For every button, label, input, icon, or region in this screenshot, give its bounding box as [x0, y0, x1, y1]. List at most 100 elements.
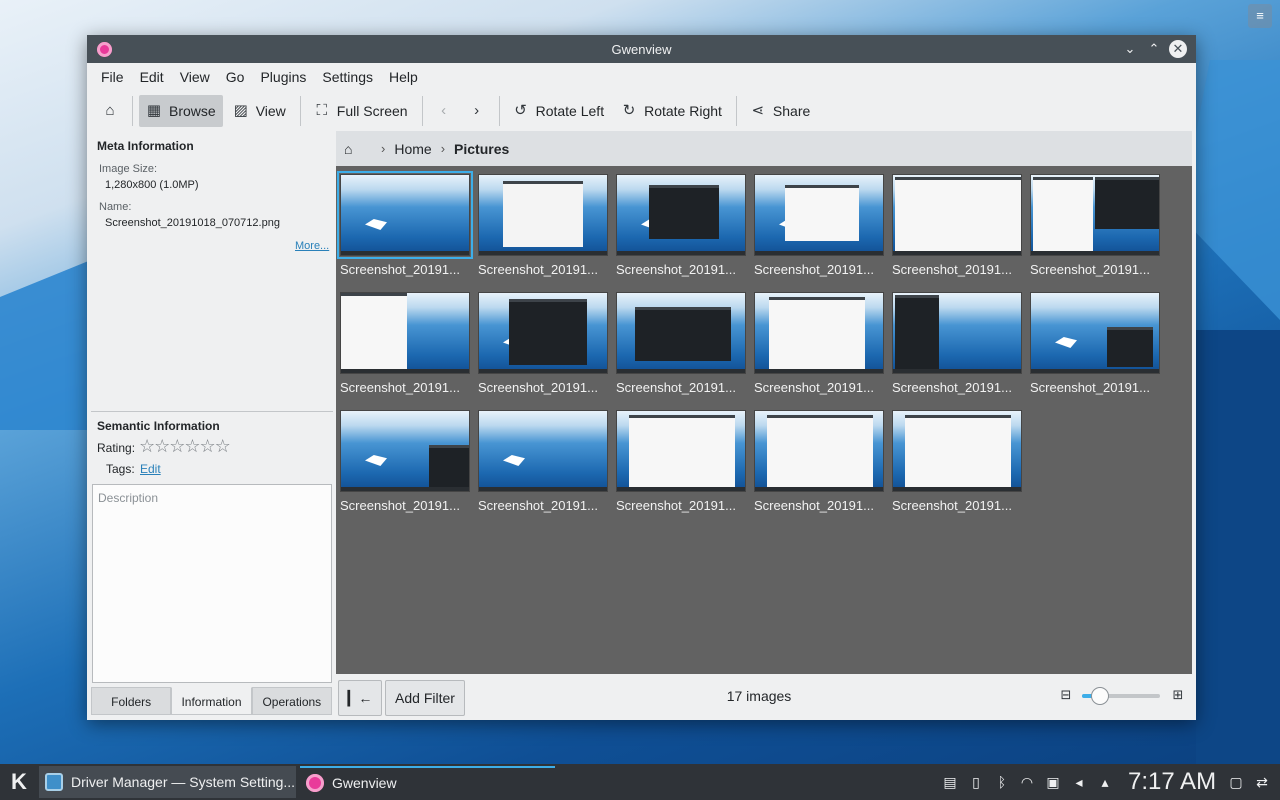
minimize-icon[interactable]: ⌄ [1121, 40, 1139, 58]
thumbnail-image [616, 174, 746, 256]
taskbar: K Driver Manager — System Setting... Gwe… [0, 764, 1280, 800]
tab-information[interactable]: Information [171, 687, 252, 715]
updates-icon[interactable]: ▣ [1045, 773, 1061, 791]
previous-button[interactable]: ‹ [429, 95, 459, 127]
thumbnail-item[interactable]: Screenshot_20191... [754, 292, 884, 395]
menu-help[interactable]: Help [381, 69, 426, 85]
breadcrumb-home[interactable]: Home [394, 141, 431, 157]
thumbnail-item[interactable]: Screenshot_20191... [892, 174, 1022, 277]
thumbnail-image [754, 292, 884, 374]
zoom-out-icon[interactable]: ⊟ [1059, 688, 1073, 702]
thumbnail-item[interactable]: Screenshot_20191... [478, 410, 608, 513]
status-bar: ▎← Add Filter 17 images ⊟ ⊞ [336, 674, 1192, 720]
rotate-left-icon: ↺ [514, 102, 527, 119]
thumbnail-image [478, 174, 608, 256]
thumbnail-caption: Screenshot_20191... [340, 262, 460, 277]
share-button[interactable]: ⋖ Share [743, 95, 817, 127]
menu-settings[interactable]: Settings [314, 69, 381, 85]
window-title: Gwenview [611, 42, 672, 57]
task-driver-manager[interactable]: Driver Manager — System Setting... [39, 766, 296, 798]
menu-file[interactable]: File [93, 69, 132, 85]
thumbnail-item[interactable]: Screenshot_20191... [754, 174, 884, 277]
tab-operations[interactable]: Operations [251, 687, 332, 715]
task-gwenview[interactable]: Gwenview [300, 766, 555, 798]
zoom-in-icon[interactable]: ⊞ [1171, 688, 1185, 702]
network-icon[interactable]: ◠ [1019, 773, 1035, 791]
rotate-left-label: Rotate Left [535, 103, 605, 119]
clipboard-icon[interactable]: ▤ [942, 773, 958, 791]
thumbnail-grid[interactable]: Screenshot_20191... Screenshot_20191... Sc… [336, 166, 1192, 674]
maximize-icon[interactable]: ⌃ [1145, 40, 1163, 58]
view-button[interactable]: ▨ View [226, 95, 293, 127]
thumbnail-image [754, 410, 884, 492]
menu-edit[interactable]: Edit [132, 69, 172, 85]
toolbar-separator [132, 96, 133, 126]
image-size-value: 1,280x800 (1.0MP) [105, 179, 199, 191]
thumbnail-caption: Screenshot_20191... [478, 262, 598, 277]
next-button[interactable]: › [462, 95, 492, 127]
thumbnail-image [1030, 174, 1160, 256]
home-button[interactable]: ⌂ [95, 95, 125, 127]
chevron-right-icon: › [440, 141, 446, 156]
bluetooth-icon[interactable]: ᛒ [994, 773, 1010, 791]
thumbnail-item[interactable]: Screenshot_20191... [616, 410, 746, 513]
thumbnail-item[interactable]: Screenshot_20191... [478, 174, 608, 277]
thumbnail-image [340, 292, 470, 374]
desktop-toolbox-icon[interactable]: ≡ [1248, 4, 1272, 28]
thumbnail-caption: Screenshot_20191... [478, 498, 598, 513]
thumbnail-image [616, 292, 746, 374]
panel-settings-icon[interactable]: ⇄ [1254, 773, 1270, 791]
title-bar[interactable]: Gwenview ⌄ ⌃ ✕ [87, 35, 1196, 63]
tray-expand-icon[interactable]: ▴ [1097, 773, 1113, 791]
thumbnail-item[interactable]: Screenshot_20191... [616, 292, 746, 395]
thumbnail-image [478, 292, 608, 374]
tab-folders[interactable]: Folders [91, 687, 172, 715]
menu-bar: File Edit View Go Plugins Settings Help [87, 63, 1196, 91]
clock[interactable]: 7:17 AM [1128, 768, 1216, 796]
thumbnail-image [478, 410, 608, 492]
menu-go[interactable]: Go [218, 69, 253, 85]
zoom-slider[interactable] [1082, 687, 1160, 705]
show-desktop-icon[interactable]: ▢ [1228, 773, 1244, 791]
gwenview-window: Gwenview ⌄ ⌃ ✕ File Edit View Go Plugins… [87, 35, 1196, 720]
breadcrumb-pictures[interactable]: Pictures [454, 141, 509, 157]
fullscreen-button[interactable]: ⛶ Full Screen [307, 95, 415, 127]
thumbnail-item[interactable]: Screenshot_20191... [340, 410, 470, 513]
home-icon[interactable]: ⌂ [344, 141, 360, 157]
image-count: 17 images [726, 688, 792, 704]
browse-area: ⌂ › Home › Pictures Screenshot_20191... S… [336, 131, 1192, 720]
rotate-right-button[interactable]: ↻ Rotate Right [614, 95, 729, 127]
thumbnail-item[interactable]: Screenshot_20191... [478, 292, 608, 395]
close-icon[interactable]: ✕ [1169, 40, 1187, 58]
menu-plugins[interactable]: Plugins [252, 69, 314, 85]
volume-icon[interactable]: ◂ [1071, 773, 1087, 791]
description-field[interactable]: Description [92, 484, 332, 683]
thumbnail-image [754, 174, 884, 256]
thumbnail-item[interactable]: Screenshot_20191... [754, 410, 884, 513]
thumbnail-item[interactable]: Screenshot_20191... [892, 292, 1022, 395]
thumbnail-item[interactable]: Screenshot_20191... [1030, 292, 1160, 395]
thumbnail-caption: Screenshot_20191... [892, 498, 1012, 513]
thumbnail-item[interactable]: Screenshot_20191... [616, 174, 746, 277]
meta-information-title: Meta Information [97, 139, 194, 153]
zoom-slider-handle[interactable] [1090, 687, 1109, 705]
menu-view[interactable]: View [172, 69, 218, 85]
thumbnail-caption: Screenshot_20191... [478, 380, 598, 395]
thumbnail-item[interactable]: Screenshot_20191... [337, 171, 473, 277]
tags-label: Tags: [106, 462, 135, 476]
browse-button[interactable]: ▦ Browse [139, 95, 223, 127]
thumbnail-caption: Screenshot_20191... [892, 380, 1012, 395]
application-launcher-icon[interactable]: K [5, 768, 33, 796]
rotate-left-button[interactable]: ↺ Rotate Left [506, 95, 612, 127]
thumbnail-caption: Screenshot_20191... [754, 380, 874, 395]
description-placeholder: Description [98, 491, 159, 505]
image-icon: ▨ [233, 102, 248, 119]
thumbnail-item[interactable]: Screenshot_20191... [340, 292, 470, 395]
thumbnail-image [1030, 292, 1160, 374]
storage-icon[interactable]: ▯ [968, 773, 984, 791]
thumbnail-item[interactable]: Screenshot_20191... [1030, 174, 1160, 277]
rating-stars[interactable]: ☆☆☆☆☆☆ [139, 436, 231, 457]
tags-edit-link[interactable]: Edit [140, 462, 161, 476]
more-link[interactable]: More... [295, 240, 329, 252]
thumbnail-item[interactable]: Screenshot_20191... [892, 410, 1022, 513]
